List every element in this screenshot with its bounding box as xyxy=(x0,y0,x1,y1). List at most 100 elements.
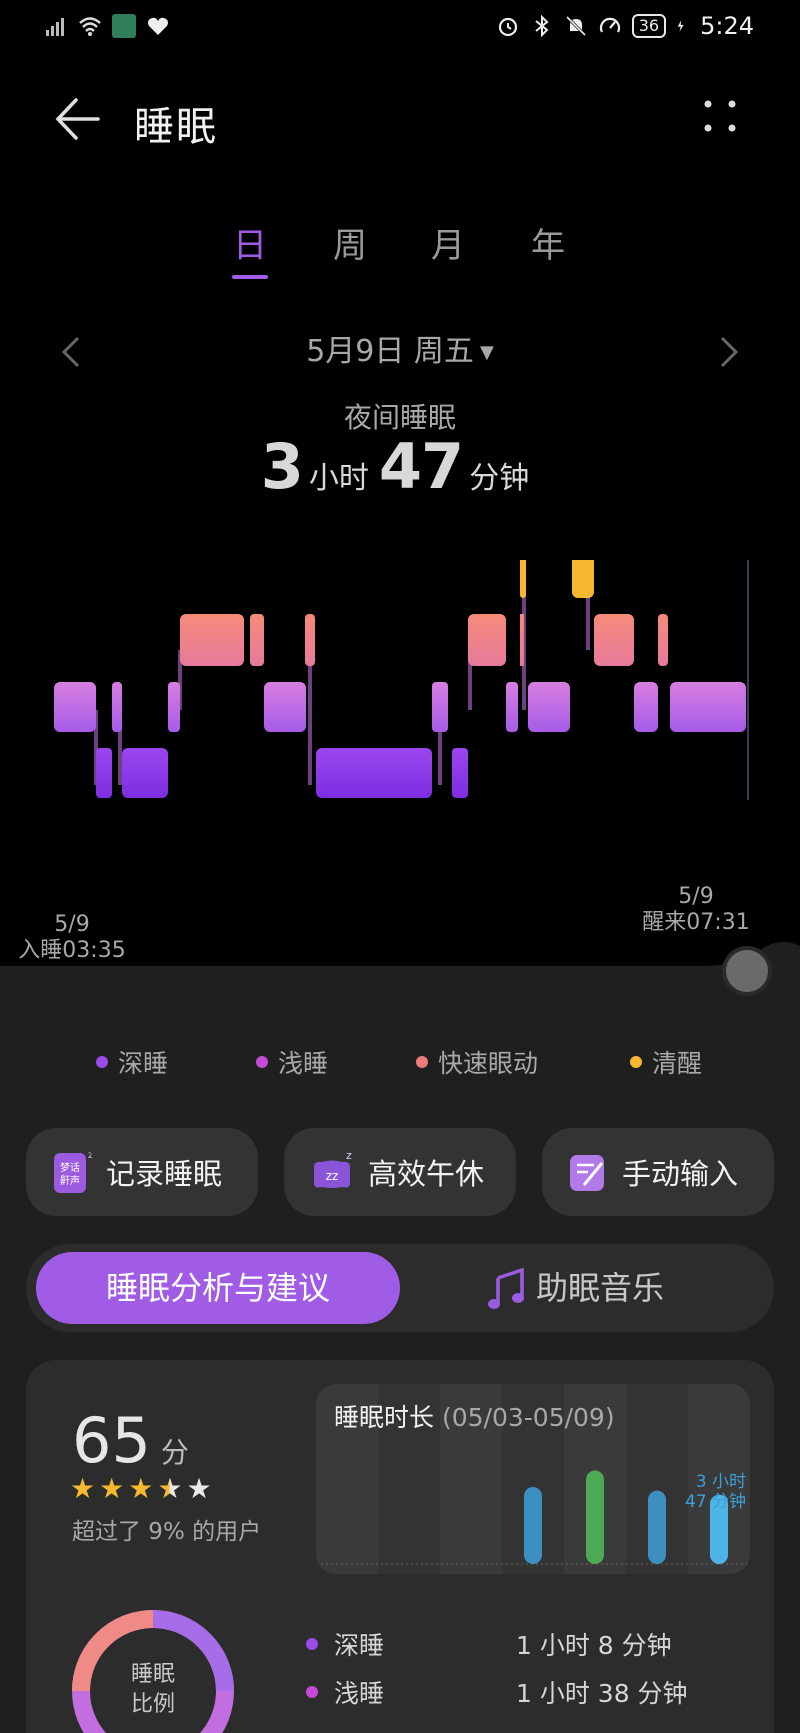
power-nap-button[interactable]: zz z 高效午休 xyxy=(284,1128,516,1216)
stat-value-deep: 1 小时 8 分钟 xyxy=(516,1631,672,1660)
duration-bar-05/08 xyxy=(648,1490,666,1564)
legend-dot-light xyxy=(256,1056,268,1068)
drag-handle[interactable] xyxy=(722,946,772,996)
sleep-talk-recorder-icon: 梦话 鼾声 z xyxy=(54,1150,92,1193)
signal-icon xyxy=(46,18,64,36)
date-selector: 5月9日 周五 ▼ xyxy=(0,326,800,376)
weekly-duration-chart[interactable]: 睡眠时长 (05/03-05/09) 3 小时 47 分钟 xyxy=(316,1384,750,1574)
score-stars: ★ ★ ★ ★ ★ xyxy=(70,1474,212,1504)
awake-block xyxy=(572,560,594,598)
analysis-segment-control: 睡眠分析与建议 助眠音乐 xyxy=(26,1244,774,1332)
stat-row-deep: 深睡 1 小时 8 分钟 xyxy=(306,1626,672,1662)
svg-text:z: z xyxy=(88,1150,92,1161)
stat-dot-light xyxy=(306,1686,318,1698)
next-date-chevron-icon[interactable] xyxy=(714,332,744,372)
deep-sleep-block xyxy=(122,748,168,798)
legend-item-awake: 清醒 xyxy=(630,1044,702,1080)
svg-text:zz: zz xyxy=(326,1169,339,1183)
sleep-score-card[interactable]: 65 分 ★ ★ ★ ★ ★ 超过了 9% 的用户 睡眠时长 (05/03-05/… xyxy=(26,1360,774,1733)
stat-row-light: 浅睡 1 小时 38 分钟 xyxy=(306,1674,688,1710)
half-star-icon: ★ xyxy=(157,1472,183,1505)
more-options-icon[interactable] xyxy=(700,96,740,136)
duration-hours-unit: 小时 xyxy=(308,461,369,496)
legend-dot-deep xyxy=(96,1056,108,1068)
rem-block xyxy=(305,614,315,666)
rem-block xyxy=(520,614,524,666)
rem-block xyxy=(594,614,634,666)
deep-sleep-block xyxy=(316,748,432,798)
deep-sleep-block xyxy=(452,748,468,798)
duration-annotation-hours: 3 小时 xyxy=(695,1472,746,1492)
duration-annotation-minutes: 47 分钟 xyxy=(684,1492,746,1512)
deep-sleep-block xyxy=(96,748,112,798)
health-icon xyxy=(148,17,168,35)
speedometer-icon xyxy=(599,17,620,33)
manual-input-button[interactable]: 手动输入 xyxy=(542,1128,774,1216)
sleep-start-date: 5/9 xyxy=(54,912,90,937)
legend-dot-awake xyxy=(630,1056,642,1068)
legend-label-rem: 快速眼动 xyxy=(438,1049,539,1078)
light-sleep-block xyxy=(634,682,658,732)
awake-block xyxy=(520,560,526,598)
back-arrow-icon[interactable] xyxy=(52,94,102,144)
duration-range: (05/03-05/09) xyxy=(441,1403,615,1432)
tab-year[interactable]: 年 xyxy=(518,218,578,267)
status-time: 5:24 xyxy=(700,12,754,40)
record-sleep-button[interactable]: 梦话 鼾声 z 记录睡眠 xyxy=(26,1128,258,1216)
status-bar: 36 5:24 xyxy=(0,0,800,56)
sleep-music-label: 助眠音乐 xyxy=(536,1269,665,1307)
record-sleep-label: 记录睡眠 xyxy=(106,1157,223,1191)
caret-down-icon: ▼ xyxy=(479,342,494,363)
ring-label: 睡眠 比例 xyxy=(68,1660,238,1720)
duration-bar-05/06 xyxy=(524,1487,542,1564)
ring-label-line-1: 睡眠 xyxy=(130,1662,175,1687)
tab-week[interactable]: 周 xyxy=(320,218,380,267)
panel-curve xyxy=(0,941,800,970)
rem-block xyxy=(250,614,264,666)
stat-value-light: 1 小时 38 分钟 xyxy=(516,1679,688,1708)
sleep-hypnogram[interactable] xyxy=(0,560,800,900)
music-note-icon xyxy=(488,1267,524,1309)
date-dropdown[interactable]: 5月9日 周五 ▼ xyxy=(0,326,800,370)
sleep-duration: 3 小时 47 分钟 xyxy=(0,430,800,503)
light-sleep-block xyxy=(112,682,122,732)
legend-label-light: 浅睡 xyxy=(278,1049,329,1078)
app-notification-icon xyxy=(112,14,136,38)
sleep-analysis-tab[interactable]: 睡眠分析与建议 xyxy=(36,1252,400,1324)
tab-day[interactable]: 日 xyxy=(220,218,280,267)
tab-month[interactable]: 月 xyxy=(418,218,478,267)
legend-item-light: 浅睡 xyxy=(256,1044,328,1080)
page-title: 睡眠 xyxy=(134,104,218,150)
duration-chart-title: 睡眠时长 (05/03-05/09) xyxy=(334,1398,615,1434)
bluetooth-icon xyxy=(535,14,549,38)
legend-label-awake: 清醒 xyxy=(652,1049,703,1078)
stat-dot-deep xyxy=(306,1638,318,1650)
legend-dot-rem xyxy=(416,1056,428,1068)
rem-block xyxy=(468,614,506,666)
edit-note-icon xyxy=(570,1155,604,1191)
light-sleep-block xyxy=(432,682,448,732)
wifi-icon xyxy=(79,17,101,36)
stat-name-light: 浅睡 xyxy=(334,1679,385,1708)
duration-title: 睡眠时长 xyxy=(334,1403,435,1432)
svg-text:z: z xyxy=(346,1149,352,1162)
sleep-score: 65 分 xyxy=(72,1404,189,1477)
rem-block xyxy=(658,614,668,666)
status-right: 36 5:24 xyxy=(496,12,754,40)
svg-text:鼾声: 鼾声 xyxy=(60,1174,80,1187)
wake-up-date: 5/9 xyxy=(678,884,714,909)
light-sleep-block xyxy=(264,682,306,732)
power-nap-label: 高效午休 xyxy=(368,1157,485,1191)
sleep-stage-legend: 深睡 浅睡 快速眼动 清醒 xyxy=(0,1044,800,1084)
nap-pillow-icon: zz z xyxy=(314,1149,352,1188)
percentile-text: 超过了 9% 的用户 xyxy=(72,1519,262,1545)
status-left xyxy=(44,14,170,38)
date-label: 5月9日 周五 xyxy=(306,334,474,369)
star-icon: ★ xyxy=(70,1472,96,1505)
alarm-icon xyxy=(498,17,517,37)
sleep-music-tab[interactable]: 助眠音乐 xyxy=(486,1252,664,1324)
stat-name-deep: 深睡 xyxy=(334,1631,385,1660)
header: 睡眠 xyxy=(0,84,800,154)
svg-text:梦话: 梦话 xyxy=(60,1162,80,1174)
rem-block xyxy=(180,614,244,666)
